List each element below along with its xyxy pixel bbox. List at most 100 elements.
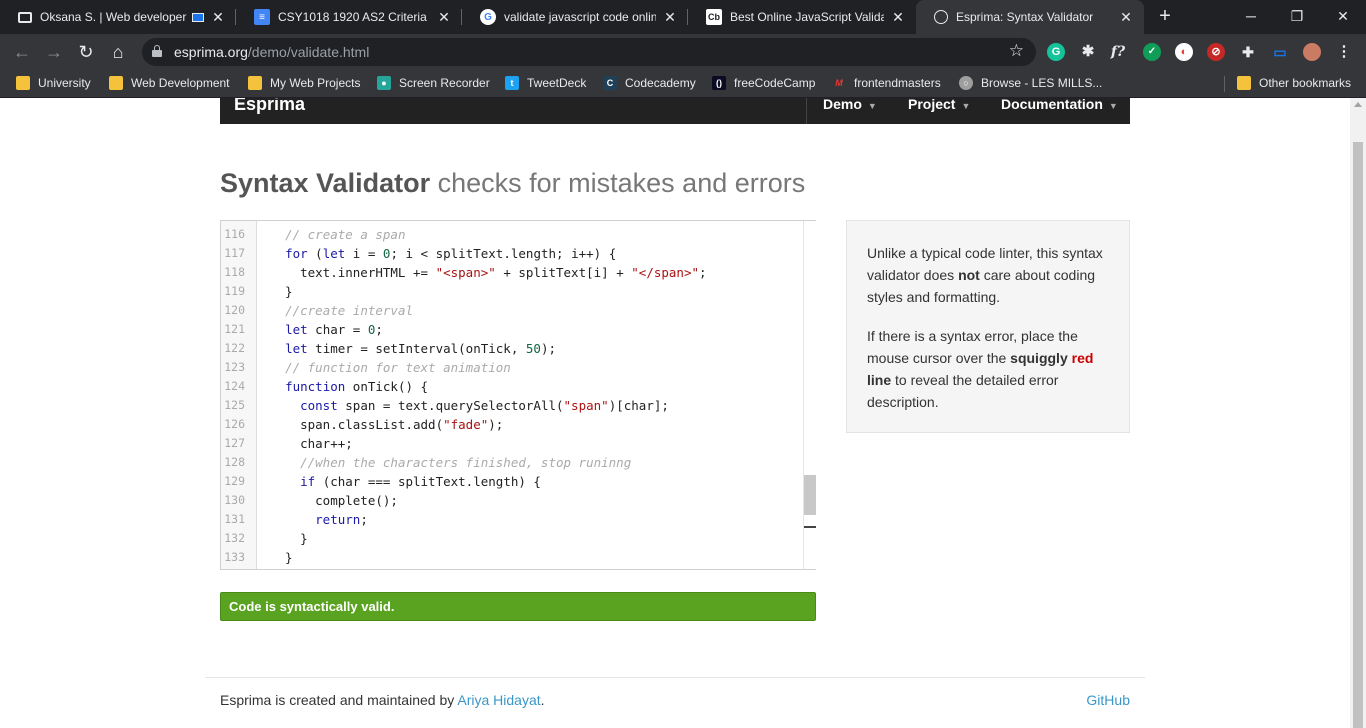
bookmark-tweetdeck[interactable]: t TweetDeck [505,76,586,90]
lesmills-icon: ○ [959,76,973,90]
tweetdeck-icon: t [505,76,519,90]
chevron-down-icon: ▼ [961,101,971,111]
function-extension-icon[interactable]: f? [1109,43,1127,61]
code-text: } [270,550,293,565]
site-brand[interactable]: Esprima [234,98,305,115]
bookmark-frontendmasters[interactable]: Mfrontendmasters [832,76,940,90]
code-text: //when the characters finished, stop run… [300,455,632,470]
code-line: 123 // function for text animation [221,358,801,377]
code-text: text.innerHTML += "<span>" + splitText[i… [270,265,707,280]
globe-icon [934,10,948,24]
close-tab-icon[interactable]: ✕ [436,9,452,25]
code-line: 129 if (char === splitText.length) { [221,472,801,491]
blocker-icon[interactable]: ⊘ [1207,43,1225,61]
url-text: esprima.org/demo/validate.html [174,44,370,60]
folder-icon [16,76,30,90]
gear-extension-icon[interactable]: ✱ [1079,43,1097,61]
bookmark-freecodecamp[interactable]: () freeCodeCamp [712,76,815,90]
code-text: span.classList.add("fade"); [270,417,504,432]
line-number: 124 [224,379,245,393]
footer-divider [205,677,1145,678]
new-tab-button[interactable]: + [1153,5,1177,29]
forward-icon[interactable]: → [42,40,66,64]
tab-esprima[interactable]: Esprima: Syntax Validator ✕ [916,0,1144,34]
code-text: //create interval [285,303,413,318]
editor-scroll-thumb[interactable] [804,475,816,515]
validation-status: Code is syntactically valid. [220,592,816,621]
browser-toolbar: ← → ↻ ⌂ esprima.org/demo/validate.html ☆… [0,34,1366,70]
extensions-puzzle-icon[interactable]: ✚ [1239,43,1257,61]
navbar-divider [806,98,807,124]
close-tab-icon[interactable]: ✕ [1118,9,1134,25]
close-tab-icon[interactable]: ✕ [890,9,906,25]
minimize-icon[interactable]: ─ [1236,4,1266,28]
code-text: complete(); [270,493,398,508]
code-line: 126 span.classList.add("fade"); [221,415,801,434]
restore-icon[interactable]: ❐ [1282,4,1312,28]
nav-demo[interactable]: Demo ▼ [823,98,877,112]
cast-icon[interactable]: ▭ [1271,43,1289,61]
chevron-down-icon: ▼ [867,101,877,111]
code-line: 127 char++; [221,434,801,453]
nav-documentation[interactable]: Documentation ▼ [1001,98,1118,112]
tab-oksana[interactable]: Oksana S. | Web developer ✕ [0,0,236,34]
back-icon[interactable]: ← [10,40,34,64]
home-icon[interactable]: ⌂ [106,40,130,64]
bookmark-codecademy[interactable]: C Codecademy [603,76,696,90]
profile-avatar[interactable] [1303,43,1321,61]
code-line: 119 } [221,282,801,301]
code-line: 121 let char = 0; [221,320,801,339]
shield-check-icon[interactable]: ✓ [1143,43,1161,61]
code-text: // create a span [285,227,406,242]
reload-icon[interactable]: ↻ [74,40,98,64]
grammarly-icon[interactable]: G [1047,43,1065,61]
page-scrollbar[interactable] [1350,98,1366,728]
close-tab-icon[interactable]: ✕ [210,9,226,25]
tab-validate-javascript[interactable]: G validate javascript code online ✕ [462,0,688,34]
code-text: char++; [270,436,353,451]
nav-project[interactable]: Project ▼ [908,98,970,112]
tab-best-online-validator[interactable]: Cb Best Online JavaScript Validato ✕ [688,0,916,34]
code-editor[interactable]: 116 // create a span 117 for (let i = 0; … [220,220,816,570]
lock-icon [152,45,162,57]
page-title: Syntax Validator checks for mistakes and… [220,168,806,198]
color-picker-icon[interactable]: ◐ [1175,43,1193,61]
code-line: 132 } [221,529,801,548]
line-number: 125 [224,398,245,412]
line-number: 118 [224,265,245,279]
scroll-up-arrow-icon[interactable] [1354,102,1362,107]
bookmark-star-icon[interactable]: ☆ [1009,41,1024,61]
code-text: let char = 0; [285,322,383,337]
code-text: const span = text.querySelectorAll("span… [300,398,669,413]
bookmark-web-development[interactable]: Web Development [109,76,230,90]
code-text: } [270,284,293,299]
cb-icon: Cb [706,9,722,25]
codecademy-icon: C [603,76,617,90]
close-window-icon[interactable]: ✕ [1328,4,1358,28]
line-number: 121 [224,322,245,336]
tab-csy1018[interactable]: ≡ CSY1018 1920 AS2 Criteria Det ✕ [236,0,462,34]
bookmark-screen-recorder[interactable]: ● Screen Recorder [377,76,490,90]
line-number: 120 [224,303,245,317]
bookmark-other-bookmarks[interactable]: Other bookmarks [1237,76,1351,90]
menu-dots-icon[interactable]: ⋮ [1335,43,1353,61]
folder-icon [248,76,262,90]
google-icon: G [480,9,496,25]
bookmark-les-mills[interactable]: ○ Browse - LES MILLS... [959,76,1102,90]
close-tab-icon[interactable]: ✕ [662,9,678,25]
line-number: 126 [224,417,245,431]
editor-scrollbar[interactable] [803,221,816,569]
author-link[interactable]: Ariya Hidayat [457,692,540,708]
info-panel: Unlike a typical code linter, this synta… [846,220,1130,433]
line-number: 127 [224,436,245,450]
address-bar[interactable]: esprima.org/demo/validate.html ☆ [142,38,1036,66]
code-line: 125 const span = text.querySelectorAll("… [221,396,801,415]
line-number: 133 [224,550,245,564]
page-scroll-thumb[interactable] [1353,142,1363,728]
window-icon [18,11,32,23]
bookmark-my-web-projects[interactable]: My Web Projects [248,76,360,90]
github-link[interactable]: GitHub [1086,692,1130,708]
code-text: // function for text animation [285,360,511,375]
bookmark-university[interactable]: University [16,76,91,90]
footer-credit: Esprima is created and maintained by Ari… [220,692,545,708]
